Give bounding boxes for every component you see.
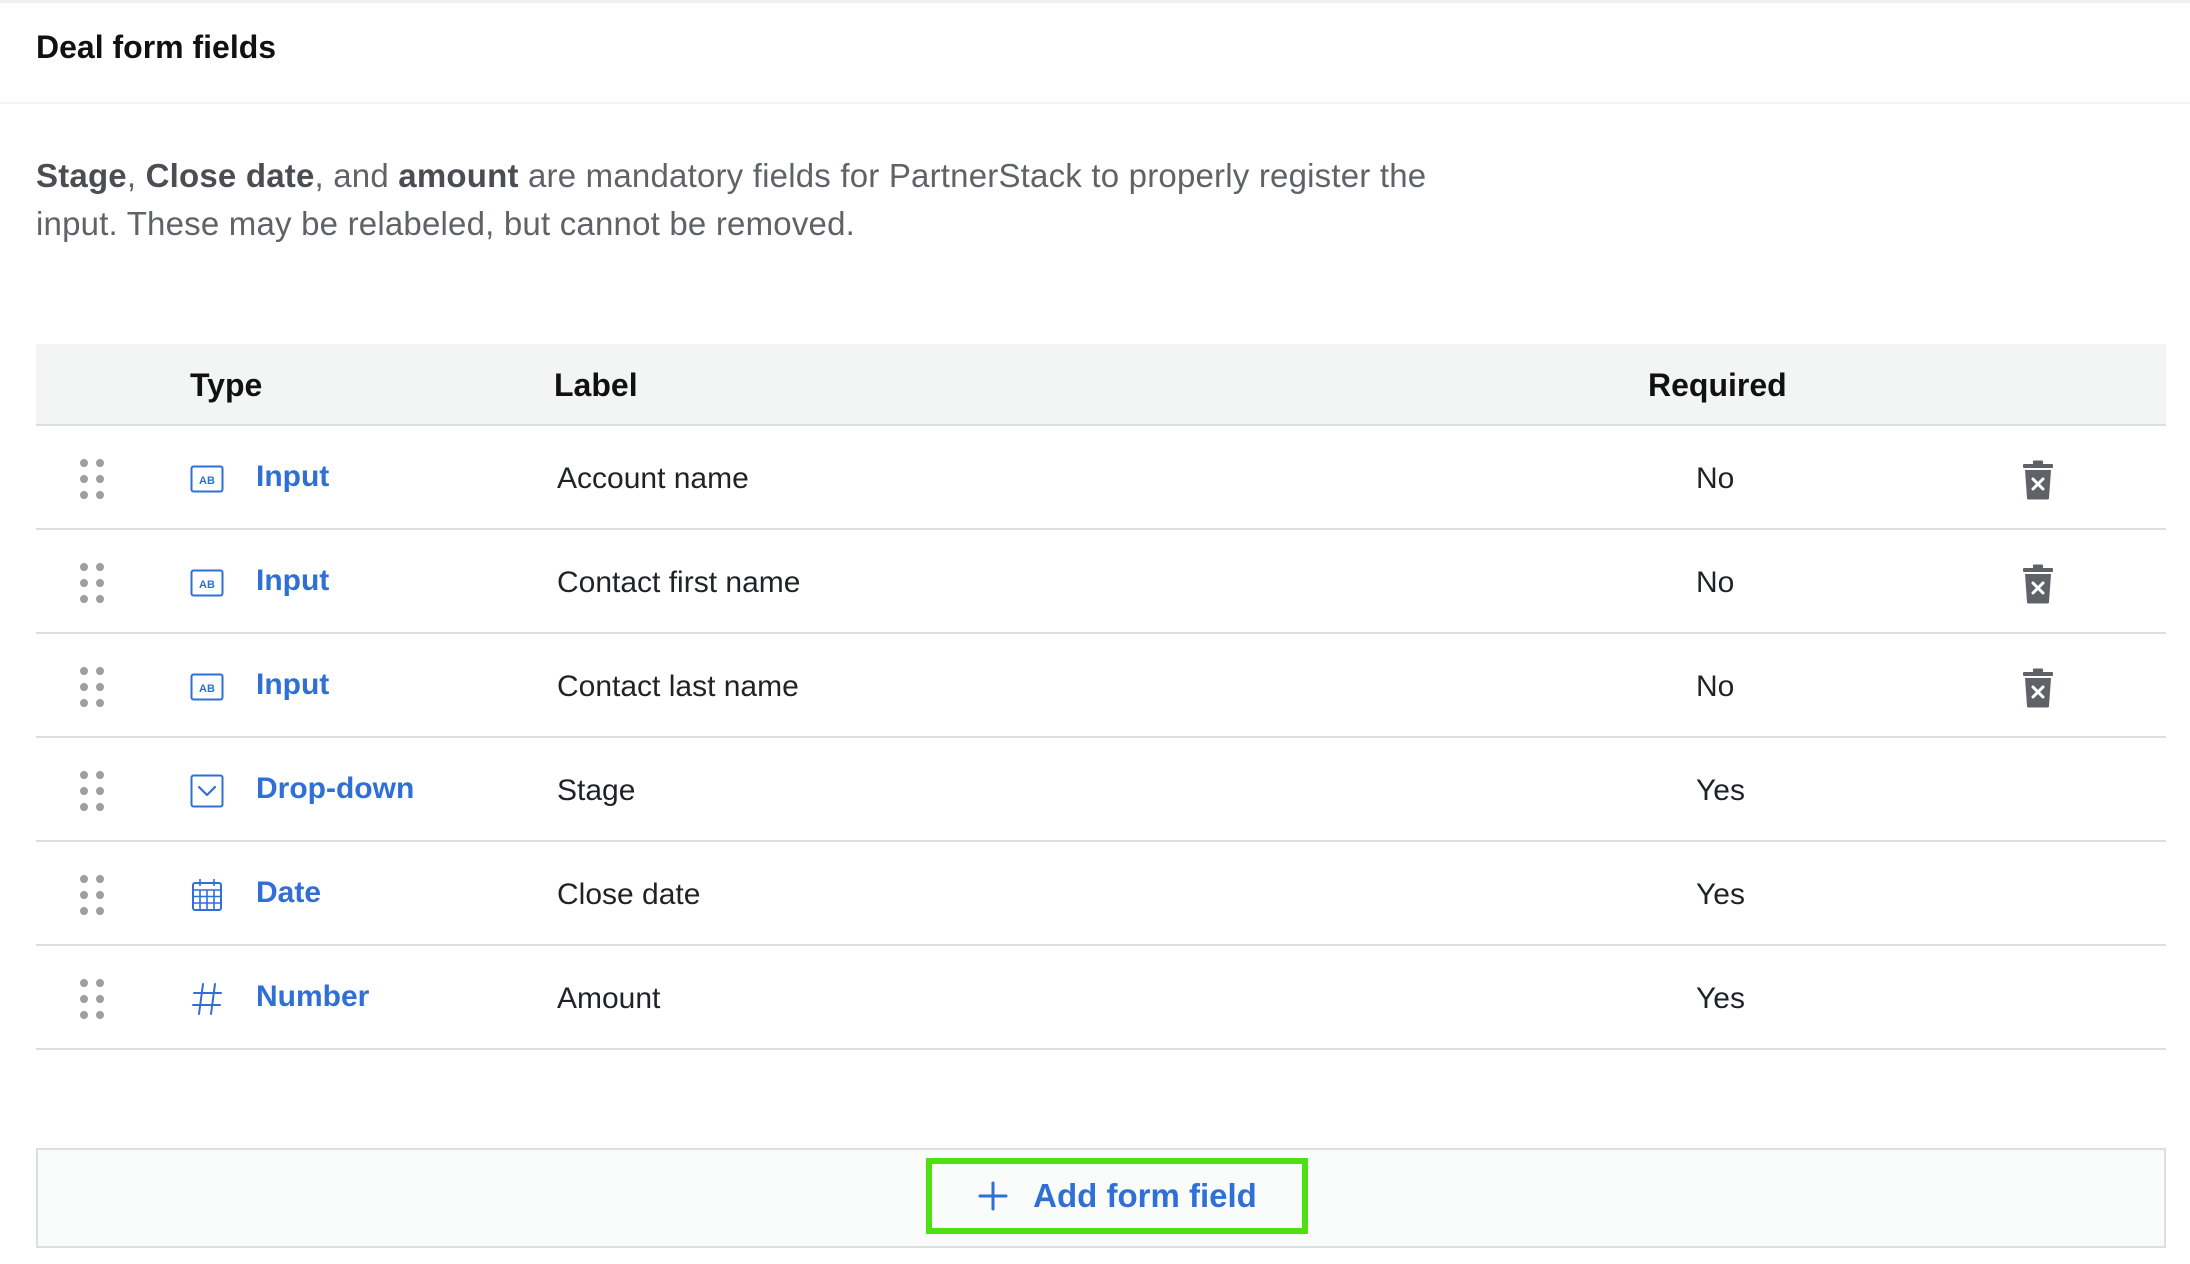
field-required: No — [1696, 566, 1735, 599]
field-type-link[interactable]: Input — [256, 634, 329, 738]
drag-handle-icon[interactable] — [80, 667, 104, 707]
note-separator: , — [126, 157, 146, 194]
mandatory-field-close-date: Close date — [145, 157, 315, 194]
delete-field-icon[interactable] — [2020, 564, 2056, 604]
hash-icon — [190, 982, 224, 1016]
table-row: AB Input Contact first name No — [36, 530, 2166, 634]
field-type-link[interactable]: Number — [256, 946, 369, 1050]
column-header-label: Label — [554, 367, 638, 403]
field-required: Yes — [1696, 982, 1745, 1015]
drag-handle-icon[interactable] — [80, 771, 104, 811]
delete-field-icon[interactable] — [2020, 668, 2056, 708]
text-input-icon: AB — [190, 566, 224, 600]
add-form-field-label: Add form field — [1033, 1177, 1257, 1214]
field-type-link[interactable]: Input — [256, 530, 329, 634]
field-required: Yes — [1696, 774, 1745, 807]
field-required: Yes — [1696, 878, 1745, 911]
table-header: Type Label Required — [36, 344, 2166, 426]
drag-handle-icon[interactable] — [80, 875, 104, 915]
field-type-link[interactable]: Drop-down — [256, 738, 414, 842]
mandatory-field-stage: Stage — [36, 157, 127, 194]
page-title: Deal form fields — [36, 29, 277, 65]
plus-icon — [977, 1180, 1009, 1212]
table-row: AB Input Account name No — [36, 426, 2166, 530]
drag-handle-icon[interactable] — [80, 979, 104, 1019]
mandatory-field-amount: amount — [398, 157, 519, 194]
field-label: Account name — [557, 462, 749, 495]
field-type-link[interactable]: Input — [256, 426, 329, 530]
field-label: Stage — [557, 774, 636, 807]
column-header-required: Required — [1648, 367, 1787, 403]
svg-text:AB: AB — [199, 683, 215, 695]
table-body: AB Input Account name No AB Input Contact firs… — [36, 426, 2166, 1050]
field-label: Contact last name — [557, 670, 799, 703]
field-required: No — [1696, 670, 1735, 703]
svg-text:AB: AB — [199, 475, 215, 487]
calendar-icon — [190, 878, 224, 912]
svg-text:AB: AB — [199, 579, 215, 591]
dropdown-icon — [190, 774, 224, 808]
field-required: No — [1696, 462, 1735, 495]
page-header: Deal form fields — [0, 0, 2190, 104]
table-row: AB Input Contact last name No — [36, 634, 2166, 738]
table-row: Date Close date Yes — [36, 842, 2166, 946]
deal-form-fields-page: Deal form fields Stage, Close date, and … — [0, 0, 2190, 1264]
field-label: Contact first name — [557, 566, 801, 599]
field-label: Close date — [557, 878, 701, 911]
field-type-link[interactable]: Date — [256, 842, 321, 946]
delete-field-icon[interactable] — [2020, 460, 2056, 500]
column-header-type: Type — [190, 367, 263, 403]
mandatory-fields-note: Stage, Close date, and amount are mandat… — [36, 152, 1456, 248]
note-separator: , and — [314, 157, 399, 194]
text-input-icon: AB — [190, 462, 224, 496]
drag-handle-icon[interactable] — [80, 459, 104, 499]
form-fields-table: Type Label Required AB Input Account name N… — [36, 344, 2166, 1050]
field-label: Amount — [557, 982, 661, 1015]
text-input-icon: AB — [190, 670, 224, 704]
add-form-field-button[interactable]: Add form field — [926, 1158, 1308, 1234]
add-field-bar: Add form field — [36, 1148, 2166, 1248]
table-row: Number Amount Yes — [36, 946, 2166, 1050]
drag-handle-icon[interactable] — [80, 563, 104, 603]
table-row: Drop-down Stage Yes — [36, 738, 2166, 842]
